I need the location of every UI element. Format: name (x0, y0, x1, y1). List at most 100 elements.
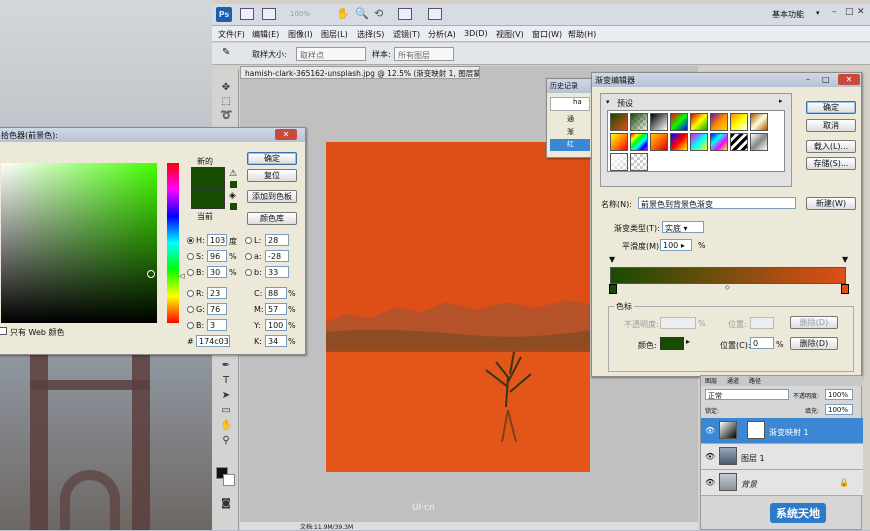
zoom-level[interactable]: 100% (290, 10, 310, 18)
blue-radio[interactable] (187, 322, 194, 329)
y-field[interactable]: 100 (265, 319, 287, 331)
menu-view[interactable]: 视图(V) (496, 29, 524, 40)
type-tool-icon[interactable]: T (220, 375, 232, 387)
sample-select[interactable]: 所有图层 (394, 47, 454, 61)
blend-mode-select[interactable]: 正常 (705, 389, 789, 400)
preset-swatch[interactable] (750, 133, 768, 151)
history-item[interactable]: 通 (567, 114, 574, 124)
color-stop-left[interactable] (609, 284, 617, 294)
marquee-tool-icon[interactable]: ⬚ (220, 96, 232, 108)
smoothness-field[interactable]: 100 ▸ (660, 239, 692, 251)
tab-layers[interactable]: 图层 (705, 376, 717, 385)
hue-slider-arrow-icon[interactable]: ◁ (179, 272, 184, 280)
minimize-button[interactable]: – (832, 7, 837, 17)
view-extras-icon[interactable] (262, 8, 276, 20)
preset-swatch[interactable] (630, 133, 648, 151)
lab-l-radio[interactable] (245, 237, 252, 244)
gamut-swatch[interactable] (230, 181, 237, 188)
sample-size-select[interactable]: 取样点 (296, 47, 366, 61)
stop-color-swatch[interactable] (660, 337, 684, 350)
menu-3d[interactable]: 3D(D) (464, 29, 488, 38)
hand-tool-icon[interactable]: ✋ (220, 420, 232, 432)
workspace-switcher[interactable]: 基本功能 (772, 9, 804, 20)
color-location-field[interactable]: 0 (750, 337, 774, 349)
blue-field[interactable]: 3 (207, 319, 227, 331)
h-field[interactable]: 103 (207, 234, 227, 246)
h-radio[interactable] (187, 237, 194, 244)
preset-swatch[interactable] (690, 113, 708, 131)
preset-swatch[interactable] (630, 153, 648, 171)
preset-swatch[interactable] (650, 133, 668, 151)
zoom-tool-icon[interactable]: ⚲ (220, 435, 232, 447)
preset-swatch[interactable] (610, 133, 628, 151)
lab-b-field[interactable]: 33 (265, 266, 289, 278)
preset-swatch[interactable] (630, 113, 648, 131)
preset-swatch[interactable] (690, 133, 708, 151)
color-dropdown-icon[interactable]: ▸ (686, 337, 690, 346)
load-button[interactable]: 载入(L)... (806, 140, 856, 153)
zoom-icon[interactable]: 🔍 (355, 7, 369, 20)
r-field[interactable]: 23 (207, 287, 227, 299)
document-tab[interactable]: hamish-clark-365162-unsplash.jpg @ 12.5%… (240, 66, 480, 79)
hue-slider[interactable] (167, 163, 179, 323)
close-icon[interactable]: ✕ (275, 129, 297, 140)
close-icon[interactable]: ✕ (838, 74, 860, 85)
layer-row[interactable]: 👁 渐变映射 1 (701, 418, 863, 444)
eyedropper-icon[interactable]: ✎ (222, 47, 230, 58)
preset-swatch[interactable] (670, 113, 688, 131)
fill-field[interactable]: 100% (825, 404, 853, 415)
ok-button[interactable]: 确定 (247, 152, 297, 165)
color-picker-cursor[interactable] (147, 270, 155, 278)
s-radio[interactable] (187, 253, 194, 260)
m-field[interactable]: 57 (265, 303, 287, 315)
mask-thumb[interactable] (747, 421, 765, 439)
k-field[interactable]: 34 (265, 335, 287, 347)
tab-channels[interactable]: 通道 (727, 376, 739, 385)
lasso-tool-icon[interactable]: ➰ (220, 110, 232, 122)
preset-swatch[interactable] (650, 113, 668, 131)
saturation-brightness-field[interactable] (1, 163, 157, 323)
gamut-warning-icon[interactable]: ⚠ (229, 169, 237, 179)
screen-mode-icon[interactable] (428, 8, 442, 20)
save-button[interactable]: 存储(S)... (806, 157, 856, 170)
path-select-icon[interactable]: ➤ (220, 390, 232, 402)
cancel-button[interactable]: 取消 (806, 119, 856, 132)
maximize-icon[interactable]: □ (822, 75, 830, 84)
color-stop-right[interactable] (841, 284, 849, 294)
menu-image[interactable]: 图像(I) (288, 29, 313, 40)
rotate-icon[interactable]: ⟲ (374, 7, 383, 20)
opacity-field[interactable]: 100% (825, 389, 853, 400)
close-button[interactable]: ✕ (857, 7, 865, 17)
add-to-swatches-button[interactable]: 添加到色板 (247, 190, 297, 203)
new-button[interactable]: 新建(W) (806, 197, 856, 210)
minimize-icon[interactable]: – (806, 75, 810, 84)
preset-swatch[interactable] (610, 113, 628, 131)
g-radio[interactable] (187, 306, 194, 313)
reset-button[interactable]: 复位 (247, 169, 297, 182)
ok-button[interactable]: 确定 (806, 101, 856, 114)
pen-tool-icon[interactable]: ✒ (220, 360, 232, 372)
preset-swatch[interactable] (750, 113, 768, 131)
current-color-swatch[interactable] (191, 189, 225, 209)
preset-swatch[interactable] (670, 133, 688, 151)
background-swatch[interactable] (223, 474, 235, 486)
preset-swatch[interactable] (730, 133, 748, 151)
delete-color-stop-button[interactable]: 删除(D) (790, 337, 838, 350)
hex-field[interactable]: 174c03 (196, 335, 230, 347)
delete-opacity-stop-button[interactable]: 删除(D) (790, 316, 838, 329)
quick-mask-icon[interactable]: ◙ (220, 498, 232, 510)
history-item[interactable]: 渐 (567, 127, 574, 137)
web-safe-icon[interactable]: ◈ (229, 191, 236, 201)
gradient-type-select[interactable]: 实底 ▾ (662, 221, 704, 233)
opacity-stop-left[interactable]: ▼ (609, 255, 615, 264)
history-snapshot[interactable]: ha (550, 97, 590, 111)
web-safe-swatch[interactable] (230, 203, 237, 210)
menu-help[interactable]: 帮助(H) (568, 29, 596, 40)
menu-file[interactable]: 文件(F) (218, 29, 245, 40)
g-field[interactable]: 76 (207, 303, 227, 315)
collapse-icon[interactable]: ▾ (606, 98, 610, 106)
preset-swatch[interactable] (610, 153, 628, 171)
eye-icon[interactable]: 👁 (705, 426, 715, 435)
layer-row[interactable]: 👁 背景 🔒 (701, 470, 863, 496)
menu-edit[interactable]: 编辑(E) (252, 29, 279, 40)
